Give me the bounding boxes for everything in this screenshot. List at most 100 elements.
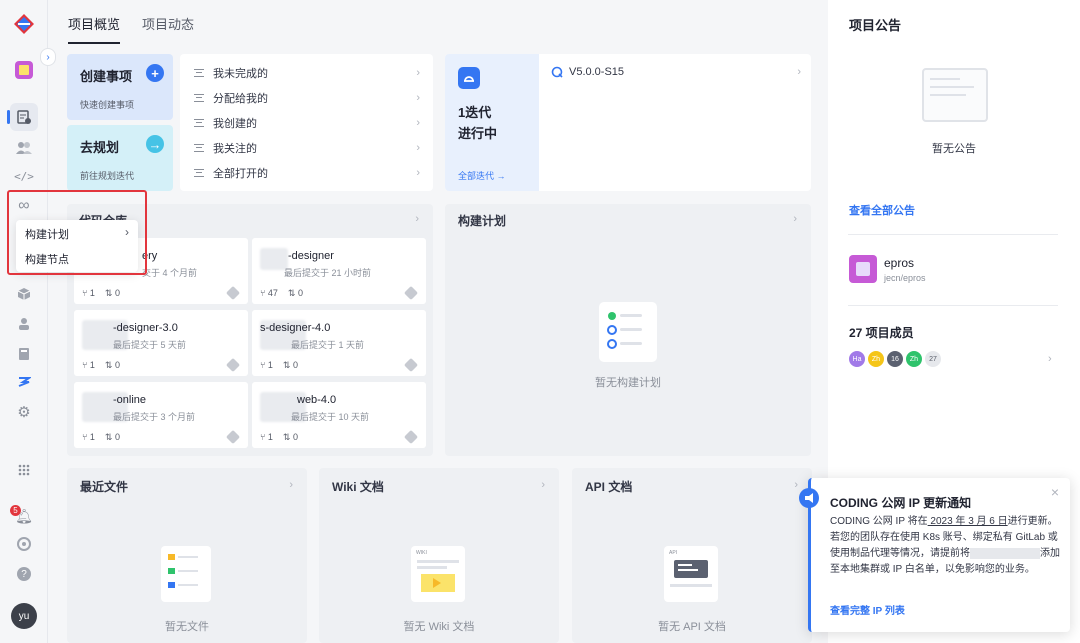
mr-count: 0 [114, 360, 120, 370]
merge-request-icon: ⇅ 0 [287, 288, 303, 298]
code-icon[interactable]: </> [12, 164, 36, 188]
repo-type-icon [225, 285, 241, 301]
member-avatar[interactable]: Ha [848, 350, 866, 368]
ip-update-notification: CODING 公网 IP 更新通知 × CODING 公网 IP 将在 2023… [799, 478, 1070, 632]
chevron-right-icon[interactable]: › [289, 479, 293, 491]
wiki-book-icon[interactable] [12, 342, 36, 366]
api-empty-illustration: API [664, 546, 718, 602]
repo-name: s-designer-4.0 [260, 322, 331, 334]
branch-icon: ⑂ 1 [260, 360, 273, 370]
deploy-icon[interactable] [12, 370, 36, 394]
team-icon[interactable] [12, 136, 36, 160]
view-all-announcements-link[interactable]: 查看全部公告 [849, 202, 915, 218]
iteration-item[interactable]: V5.0.0-S15 › [551, 66, 801, 78]
filter-icon [194, 144, 204, 152]
branch-count: 1 [267, 432, 273, 442]
filter-label: 我创建的 [213, 118, 257, 130]
filter-item[interactable]: 全部打开的 › [194, 165, 420, 181]
filter-item[interactable]: 我未完成的 › [194, 65, 420, 81]
mr-count: 0 [297, 288, 303, 298]
project-name[interactable]: epros [884, 256, 914, 270]
repo-card[interactable]: s-designer-4.0 最后提交于 1 天前 ⑂ 1 ⇅ 0 [252, 310, 426, 376]
branch-icon: ⑂ 1 [82, 288, 95, 298]
tab-overview[interactable]: 项目概览 [68, 14, 121, 44]
view-ip-list-link[interactable]: 查看完整 IP 列表 [830, 602, 905, 617]
chevron-right-icon[interactable]: › [541, 479, 545, 491]
announcement-title: 项目公告 [849, 18, 902, 33]
branch-icon: ⑂ 1 [260, 432, 273, 442]
project-icon[interactable] [12, 58, 36, 82]
help-icon[interactable]: ? [12, 562, 36, 586]
mr-count: 0 [292, 432, 298, 442]
member-avatar[interactable]: 16 [886, 350, 904, 368]
apps-grid-icon[interactable] [12, 458, 36, 482]
filter-item[interactable]: 我创建的 › [194, 115, 420, 131]
files-empty-illustration [161, 546, 211, 602]
chevron-right-icon[interactable]: › [415, 213, 419, 225]
merge-request-icon: ⇅ 0 [104, 288, 120, 298]
go-plan-card[interactable]: 去规划 → 前往规划迭代 [67, 125, 173, 191]
notification-text: CODING 公网 IP 将在 [830, 516, 928, 527]
tab-activity[interactable]: 项目动态 [142, 14, 194, 44]
build-plans-card: 构建计划 › 暂无构建计划 [445, 204, 811, 456]
mr-count: 0 [114, 432, 120, 442]
chevron-right-icon[interactable]: › [793, 213, 797, 225]
filter-item[interactable]: 分配给我的 › [194, 90, 420, 106]
repo-card[interactable]: -designer-3.0 最后提交于 5 天前 ⑂ 1 ⇅ 0 [74, 310, 248, 376]
plus-icon[interactable]: + [146, 64, 164, 82]
repo-type-icon [225, 429, 241, 445]
files-empty-text: 暂无文件 [165, 621, 209, 633]
filter-icon [194, 94, 204, 102]
coding-logo-icon[interactable] [12, 12, 36, 36]
user-avatar[interactable]: yu [11, 603, 37, 629]
wiki-empty-illustration: WIKI [411, 546, 465, 602]
go-plan-title: 去规划 [80, 140, 120, 155]
filter-label: 分配给我的 [213, 93, 268, 105]
chevron-right-icon[interactable]: › [1048, 353, 1052, 365]
member-count-avatar[interactable]: 27 [924, 350, 942, 368]
merge-request-icon: ⇅ 0 [282, 432, 298, 442]
artifact-box-icon[interactable] [12, 282, 36, 306]
repo-name: -designer [288, 250, 334, 262]
repo-type-icon [403, 285, 419, 301]
recent-files-title: 最近文件 [80, 480, 129, 494]
arrow-right-icon[interactable]: → [146, 135, 164, 153]
expand-sidebar-icon[interactable]: › [40, 48, 56, 66]
settings-gear-icon[interactable]: ⚙ [12, 400, 36, 424]
wiki-tag: WIKI [416, 550, 427, 556]
create-issue-subtitle: 快速创建事项 [80, 100, 135, 110]
close-icon[interactable]: × [1051, 484, 1059, 500]
filter-item[interactable]: 我关注的 › [194, 140, 420, 156]
overview-icon[interactable] [10, 103, 38, 131]
project-logo-inner-icon [856, 262, 870, 276]
issue-filters-card: 我未完成的 › 分配给我的 › 我创建的 › 我关注的 › 全部打开的 › [180, 54, 433, 191]
filter-icon [194, 119, 204, 127]
iteration-icon [458, 67, 480, 89]
mr-count: 0 [114, 288, 120, 298]
notification-badge: 5 [10, 505, 21, 516]
repo-type-icon [225, 357, 241, 373]
chevron-right-icon[interactable]: › [794, 479, 798, 491]
merge-request-icon: ⇅ 0 [104, 360, 120, 370]
repo-type-icon [403, 357, 419, 373]
redacted-block [970, 547, 1040, 559]
create-issue-card[interactable]: 创建事项 + 快速创建事项 [67, 54, 173, 120]
iteration-name: V5.0.0-S15 [569, 66, 625, 78]
repo-card[interactable]: web-4.0 最后提交于 10 天前 ⑂ 1 ⇅ 0 [252, 382, 426, 448]
repo-stats: ⑂ 1 ⇅ 0 [82, 288, 120, 299]
member-avatar[interactable]: Zh [905, 350, 923, 368]
preferences-icon[interactable] [12, 532, 36, 556]
branch-count: 1 [89, 360, 95, 370]
member-avatar[interactable]: Zh [867, 350, 885, 368]
repo-card[interactable]: -online 最后提交于 3 个月前 ⑂ 1 ⇅ 0 [74, 382, 248, 448]
repo-stats: ⑂ 1 ⇅ 0 [260, 360, 298, 371]
repo-card[interactable]: -designer 最后提交于 21 小时前 ⑂ 47 ⇅ 0 [252, 238, 426, 304]
all-iterations-link[interactable]: 全部迭代 → [458, 169, 506, 182]
test-icon[interactable] [12, 312, 36, 336]
project-logo[interactable] [849, 255, 877, 283]
announcement-empty-illustration [922, 68, 988, 122]
notification-title: CODING 公网 IP 更新通知 [830, 496, 972, 510]
api-docs-title: API 文档 [585, 480, 633, 494]
chevron-right-icon: › [416, 117, 420, 129]
chevron-right-icon: › [416, 92, 420, 104]
